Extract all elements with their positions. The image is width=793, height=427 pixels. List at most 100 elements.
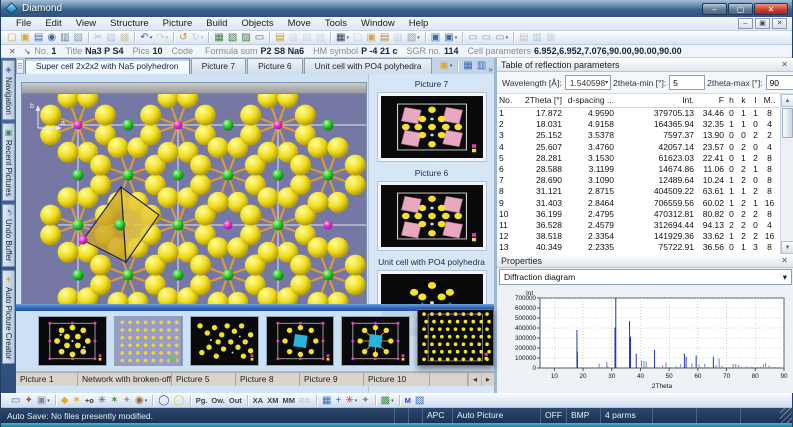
canvas-header-bar[interactable]	[22, 83, 366, 94]
menu-file[interactable]: File	[9, 18, 38, 29]
sidebar-tab-undo-buffer[interactable]: ↶Undo Buffer	[2, 204, 15, 266]
copy-icon[interactable]: ▨	[104, 31, 117, 44]
mm-icon[interactable]: MM	[280, 394, 297, 407]
filmstrip-label-picture-10[interactable]: Picture 10	[364, 373, 430, 386]
xm-icon[interactable]: XM	[265, 394, 280, 407]
filmstrip-scroll-right-icon[interactable]: ▸	[481, 373, 494, 386]
menu-window[interactable]: Window	[354, 18, 402, 29]
reset-view-icon[interactable]: ↺	[177, 31, 189, 44]
pane-filmstrip-icon[interactable]: ▭▾	[493, 31, 510, 44]
menu-help[interactable]: Help	[402, 18, 436, 29]
walk-icon[interactable]: ✦	[359, 394, 371, 407]
refresh-icon[interactable]: ↻▾	[190, 31, 206, 44]
filmstrip-label-picture-9[interactable]: Picture 9	[300, 373, 364, 386]
picture-final-icon[interactable]: ▨	[413, 394, 426, 407]
menu-picture[interactable]: Picture	[156, 18, 200, 29]
filter-icon[interactable]: ◉▾	[133, 394, 149, 407]
thumbnail-picture-7[interactable]	[377, 92, 487, 162]
ow-icon[interactable]: Ow.	[209, 394, 226, 407]
table-row[interactable]: 1036.1992.4795470312.8180.820228	[497, 209, 779, 220]
close-record-icon[interactable]: ✕	[5, 47, 20, 56]
menu-objects[interactable]: Objects	[234, 18, 280, 29]
window-arrange-icon-dropdown[interactable]: ▾	[455, 32, 458, 44]
window-new-icon[interactable]: ▣	[429, 31, 442, 44]
picture-style-icon[interactable]: ▣▾	[35, 394, 52, 407]
mdi-restore-button[interactable]: ▣	[755, 18, 770, 29]
layout-right-icon[interactable]: ▧	[300, 31, 313, 44]
add-atom-icon[interactable]: +o	[83, 394, 96, 407]
picture-duplicate-icon[interactable]: ▨	[239, 31, 252, 44]
copy-picture-icon[interactable]: ▤	[273, 31, 286, 44]
print-icon[interactable]: ▥	[58, 31, 71, 44]
import-structure-icon[interactable]: ▤	[378, 31, 391, 44]
table-grid-icon[interactable]: ▦▾	[334, 31, 351, 44]
cube-icon[interactable]: ▦	[320, 394, 333, 407]
filmstrip-scroll-left-icon[interactable]: ◂	[468, 373, 481, 386]
table-grid-icon-dropdown[interactable]: ▾	[346, 32, 349, 44]
2theta-min-input[interactable]	[669, 75, 705, 90]
pane-properties-icon[interactable]: ▭	[480, 31, 493, 44]
new-document-icon[interactable]: ▢	[5, 31, 18, 44]
hexagon-outline-icon[interactable]: ◯	[156, 394, 171, 407]
resize-grip[interactable]	[780, 408, 792, 423]
settings-icon[interactable]: ▧▾	[405, 31, 422, 44]
scroll-up-icon[interactable]: ▲	[781, 94, 793, 107]
polyhedra-icon[interactable]: ◆	[59, 394, 71, 407]
filmstrip-thumb-picture-5[interactable]	[190, 316, 259, 366]
properties-selector[interactable]: Diffraction diagram ▾	[499, 269, 792, 285]
new-picture-icon[interactable]: ▣	[364, 31, 377, 44]
filmstrip-thumb-picture-8[interactable]	[266, 316, 335, 366]
fragment-icon[interactable]: ✦	[121, 394, 133, 407]
2theta-max-input[interactable]	[766, 75, 793, 90]
sidebar-tab-navigation[interactable]: ◈Navigation	[2, 60, 15, 120]
find-icon[interactable]: ◉	[45, 31, 58, 44]
ring-outline-icon[interactable]: ◯	[172, 394, 187, 407]
properties-pane-close-icon[interactable]: ✕	[779, 256, 790, 265]
filmstrip-label-network-with-broken-off-bonds[interactable]: Network with broken-off bonds	[78, 373, 172, 386]
redo-icon-dropdown[interactable]: ▾	[166, 32, 169, 44]
thumbnail-picture-6[interactable]	[377, 181, 487, 251]
undo-icon-dropdown[interactable]: ▾	[150, 32, 153, 44]
table-row[interactable]: 728.6903.109012489.6410.241208	[497, 175, 779, 186]
menu-build[interactable]: Build	[199, 18, 234, 29]
filmstrip-thumb-network-with-broken-off-bonds[interactable]	[114, 316, 183, 366]
mdi-minimize-button[interactable]: –	[738, 18, 753, 29]
connectivity-icon[interactable]: ✳	[96, 394, 108, 407]
document-tab-unit-cell-with-po4-polyhedra[interactable]: Unit cell with PO4 polyhedra	[304, 58, 433, 74]
picture-window-icon[interactable]: ▭	[253, 31, 266, 44]
reflection-pane-close-icon[interactable]: ✕	[779, 60, 790, 69]
table-row[interactable]: 218.0314.9158164365.9432.351104	[497, 119, 779, 130]
pane-filmstrip-icon-dropdown[interactable]: ▾	[506, 32, 509, 44]
layout-grid-icon[interactable]: ▨	[314, 31, 327, 44]
sidebar-tab-recent-pictures[interactable]: ▣Recent Pictures	[2, 123, 15, 201]
atom-cluster-icon[interactable]: ✶	[71, 394, 83, 407]
cascade-windows-icon[interactable]: ▦	[461, 60, 474, 73]
new-picture-window-icon[interactable]: ▣▾	[437, 60, 454, 73]
save-icon[interactable]: ▤	[32, 31, 45, 44]
document-tab-picture-7[interactable]: Picture 7	[191, 58, 247, 74]
filter-icon-dropdown[interactable]: ▾	[145, 395, 148, 407]
table-scrollbar[interactable]: ▲ ▼	[780, 94, 793, 254]
table-row[interactable]: 325.1523.53787597.3713.900022	[497, 130, 779, 141]
out-icon[interactable]: Out	[227, 394, 244, 407]
document-tab-picture-6[interactable]: Picture 6	[247, 58, 303, 74]
table-row[interactable]: 1340.3492.233575722.9136.560138	[497, 242, 779, 253]
scroll-thumb[interactable]	[782, 108, 793, 138]
menu-move[interactable]: Move	[281, 18, 318, 29]
filmstrip-thumb-picture-10[interactable]	[417, 309, 494, 366]
settings-icon-dropdown[interactable]: ▾	[417, 32, 420, 44]
spin-icon[interactable]: ✳▾	[343, 394, 359, 407]
redo-icon[interactable]: ↷▾	[154, 31, 170, 44]
spin-icon-dropdown[interactable]: ▾	[355, 395, 358, 407]
minimize-button[interactable]: –	[702, 3, 727, 15]
table-row[interactable]: 1238.5182.3354141929.3633.6212216	[497, 231, 779, 242]
color-swatch-icon[interactable]: ▢	[351, 31, 364, 44]
open-icon[interactable]: ▣	[18, 31, 31, 44]
filmstrip-thumb-picture-1[interactable]	[38, 316, 107, 366]
window-arrange-icon[interactable]: ▣▾	[442, 31, 459, 44]
menu-view[interactable]: View	[69, 18, 103, 29]
maximize-button[interactable]: ▢	[728, 3, 753, 15]
filmstrip-label-picture-5[interactable]: Picture 5	[172, 373, 236, 386]
tab-grip-icon[interactable]: ⠿	[16, 59, 24, 74]
view-diagram-icon[interactable]: ▥	[531, 31, 544, 44]
